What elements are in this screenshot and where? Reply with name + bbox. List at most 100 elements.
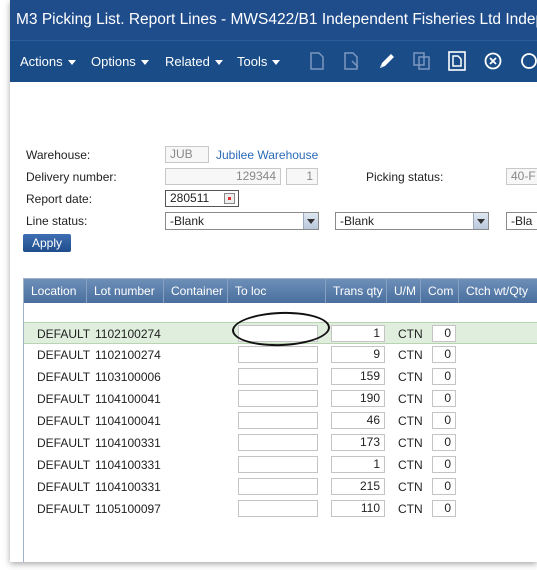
col-location[interactable]: Location [24, 279, 87, 303]
delivery-number-label: Delivery number: [26, 170, 117, 184]
line-status-select-3[interactable]: -Bla [506, 212, 537, 230]
table-row[interactable]: DEFAULT 1104100331 173 CTN 0 [24, 432, 537, 454]
cell-lot: 1104100331 [95, 436, 161, 450]
menu-options[interactable]: Options [91, 41, 149, 83]
cell-qty[interactable]: 159 [331, 368, 385, 385]
table-row[interactable]: DEFAULT 1104100331 215 CTN 0 [24, 476, 537, 498]
cell-qty[interactable]: 1 [331, 456, 385, 473]
cell-to-loc[interactable] [238, 346, 318, 363]
chevron-down-icon[interactable] [473, 213, 488, 229]
cell-lot: 1102100274 [95, 327, 161, 341]
cell-lot: 1104100041 [95, 414, 161, 428]
chevron-down-icon[interactable] [303, 213, 318, 229]
cell-qty[interactable]: 46 [331, 412, 385, 429]
calendar-icon[interactable] [224, 193, 235, 204]
delete-icon[interactable] [482, 50, 504, 72]
menu-actions-label: Actions [20, 54, 63, 69]
line-status-select-2[interactable]: -Blank [335, 212, 489, 230]
line-status-select-1[interactable]: -Blank [165, 212, 319, 230]
new-icon[interactable] [306, 50, 328, 72]
duplicate-icon[interactable] [411, 50, 433, 72]
cell-to-loc[interactable] [238, 478, 318, 495]
menu-tools[interactable]: Tools [237, 41, 281, 83]
table-row[interactable]: DEFAULT 1102100274 1 CTN 0 [24, 322, 537, 344]
apply-button[interactable]: Apply [23, 234, 71, 252]
cell-com[interactable]: 0 [432, 500, 456, 517]
report-lines-grid: Location Lot number Container To loc Tra… [23, 278, 537, 562]
cell-um: CTN [398, 502, 423, 516]
col-um[interactable]: U/M [387, 279, 421, 303]
cell-com[interactable]: 0 [432, 456, 456, 473]
cell-to-loc[interactable] [238, 325, 318, 342]
cell-um: CTN [398, 414, 423, 428]
col-catch-weight[interactable]: Ctch wt/Qty [459, 279, 537, 303]
cell-lot: 1104100331 [95, 458, 161, 472]
cell-location: DEFAULT [37, 327, 91, 341]
cell-to-loc[interactable] [238, 434, 318, 451]
warehouse-name-link[interactable]: Jubilee Warehouse [216, 148, 318, 162]
cell-com[interactable]: 0 [432, 390, 456, 407]
menu-related[interactable]: Related [165, 41, 223, 83]
chevron-down-icon [67, 60, 76, 66]
warehouse-label: Warehouse: [26, 148, 91, 162]
table-row[interactable]: DEFAULT 1104100041 190 CTN 0 [24, 388, 537, 410]
cell-com[interactable]: 0 [432, 325, 456, 342]
cell-com[interactable]: 0 [432, 346, 456, 363]
line-status-2-value: -Blank [340, 214, 375, 228]
cell-qty[interactable]: 215 [331, 478, 385, 495]
cell-um: CTN [398, 436, 423, 450]
chevron-down-icon [214, 60, 223, 66]
main-panel: Warehouse: JUB Jubilee Warehouse Deliver… [10, 82, 537, 562]
line-status-3-value: -Bla [511, 214, 533, 228]
col-lot-number[interactable]: Lot number [87, 279, 164, 303]
table-row[interactable]: DEFAULT 1104100041 46 CTN 0 [24, 410, 537, 432]
cell-lot: 1102100274 [95, 348, 161, 362]
cell-lot: 1103100006 [95, 370, 161, 384]
report-date-field[interactable]: 280511 [165, 190, 239, 207]
table-row[interactable]: DEFAULT 1104100331 1 CTN 0 [24, 454, 537, 476]
edit-icon[interactable] [376, 50, 398, 72]
warehouse-field[interactable]: JUB [165, 146, 209, 163]
cell-location: DEFAULT [37, 370, 91, 384]
cell-com[interactable]: 0 [432, 478, 456, 495]
cell-to-loc[interactable] [238, 456, 318, 473]
cell-qty[interactable]: 190 [331, 390, 385, 407]
cell-com[interactable]: 0 [432, 434, 456, 451]
table-row[interactable]: DEFAULT 1105100097 110 CTN 0 [24, 498, 537, 520]
cell-qty[interactable]: 110 [331, 500, 385, 517]
cell-to-loc[interactable] [238, 412, 318, 429]
refresh-icon[interactable] [518, 50, 537, 72]
table-row[interactable]: DEFAULT 1102100274 9 CTN 0 [24, 344, 537, 366]
cell-location: DEFAULT [37, 436, 91, 450]
cell-location: DEFAULT [37, 392, 91, 406]
table-row[interactable]: DEFAULT 1103100006 159 CTN 0 [24, 366, 537, 388]
cell-um: CTN [398, 458, 423, 472]
report-date-label: Report date: [26, 192, 93, 206]
copy-icon[interactable] [341, 50, 363, 72]
grid-header: Location Lot number Container To loc Tra… [24, 279, 537, 303]
cell-com[interactable]: 0 [432, 368, 456, 385]
cell-to-loc[interactable] [238, 500, 318, 517]
col-com[interactable]: Com [421, 279, 459, 303]
window-title: M3 Picking List. Report Lines - MWS422/B… [10, 0, 537, 40]
cell-location: DEFAULT [37, 414, 91, 428]
menu-related-label: Related [165, 54, 210, 69]
col-trans-qty[interactable]: Trans qty [326, 279, 387, 303]
cell-qty[interactable]: 9 [331, 346, 385, 363]
col-container[interactable]: Container [164, 279, 228, 303]
cell-um: CTN [398, 392, 423, 406]
picking-status-field[interactable]: 40-F [506, 168, 537, 185]
cell-qty[interactable]: 173 [331, 434, 385, 451]
app-window: M3 Picking List. Report Lines - MWS422/B… [10, 0, 537, 562]
cell-to-loc[interactable] [238, 390, 318, 407]
delivery-suffix-field[interactable]: 1 [286, 168, 318, 185]
delivery-number-field[interactable]: 129344 [165, 168, 281, 185]
display-icon[interactable] [446, 50, 468, 72]
cell-to-loc[interactable] [238, 368, 318, 385]
cell-location: DEFAULT [37, 348, 91, 362]
cell-qty[interactable]: 1 [331, 325, 385, 342]
cell-com[interactable]: 0 [432, 412, 456, 429]
col-to-loc[interactable]: To loc [228, 279, 326, 303]
menu-actions[interactable]: Actions [20, 41, 76, 83]
cell-lot: 1104100041 [95, 392, 161, 406]
